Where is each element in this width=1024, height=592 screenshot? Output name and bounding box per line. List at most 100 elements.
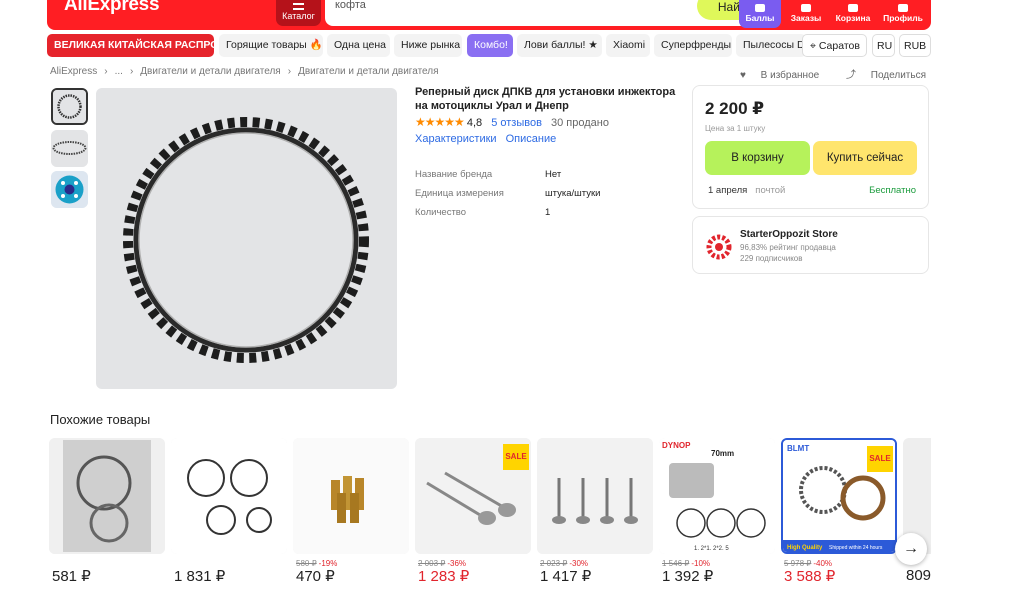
nav-vacuums[interactable]: Пылесосы Dr	[736, 34, 806, 57]
spec-key: Единица измерения	[415, 188, 504, 199]
spec-key: Название бренда	[415, 169, 493, 180]
ring-side-thumb-image	[51, 130, 88, 167]
store-logo-icon	[706, 234, 732, 260]
card-price: 3 588 ₽	[784, 568, 836, 585]
card-price: 470 ₽	[296, 568, 335, 585]
product-card-image: BLMT High Quality Shipped within 24 hours …	[781, 438, 897, 554]
product-card[interactable]: 580 ₽ -19% 470 ₽	[293, 438, 409, 585]
user-icon	[898, 4, 908, 12]
language-selector[interactable]: RU	[872, 34, 895, 57]
breadcrumb-item[interactable]: Двигатели и детали двигателя	[140, 66, 280, 77]
breadcrumb: AliExpress ›... › Двигатели и детали двигат…	[50, 66, 439, 77]
chevron-right-icon: ›	[129, 66, 134, 77]
nav-sale[interactable]: ВЕЛИКАЯ КИТАЙСКАЯ РАСПРОДАЖА	[47, 34, 214, 57]
nav-xiaomi[interactable]: Xiaomi	[606, 34, 650, 57]
product-card[interactable]: 581 ₽	[49, 438, 165, 585]
product-card-image	[537, 438, 653, 554]
nav-combo[interactable]: Комбо!	[467, 34, 513, 57]
card6-brand: DYNOP	[662, 441, 691, 450]
location-selector[interactable]: ⌖ Саратов	[802, 34, 867, 57]
nav-below-market[interactable]: Ниже рынка	[394, 34, 462, 57]
fav-share-bar: ♥ В избранное ⤴ Поделиться	[716, 66, 926, 81]
aliexpress-logo[interactable]: AliExpress	[64, 0, 160, 16]
orders-button[interactable]: Заказы	[784, 0, 828, 28]
share-button[interactable]: ⤴ Поделиться	[834, 70, 926, 81]
product-card[interactable]: SALE 2 003 ₽ -36% 1 283 ₽	[415, 438, 531, 585]
buy-now-button[interactable]: Купить сейчас	[813, 141, 917, 175]
delivery-method: почтой	[755, 185, 786, 196]
specs-list: Название бренда Нет Единица измерения шт…	[415, 169, 625, 226]
add-to-cart-button[interactable]: В корзину	[705, 141, 810, 175]
ring-thumb-image	[53, 90, 86, 123]
specs-link[interactable]: Характеристики	[415, 133, 497, 145]
store-subscribers: 229 подписчиков	[740, 254, 803, 263]
rating-row: ★★★★★ 4,8 5 отзывов 30 продано	[415, 115, 609, 129]
coin-icon	[755, 4, 765, 12]
thumbnail[interactable]	[51, 130, 88, 167]
thumbnail[interactable]	[51, 88, 88, 125]
spec-value: штука/штуки	[545, 188, 601, 199]
balls-button[interactable]: Баллы	[739, 0, 781, 28]
currency-selector[interactable]: RUB	[899, 34, 931, 57]
product-title: Реперный диск ДПКВ для установки инжекто…	[415, 86, 676, 112]
piston-kit-photo: DYNOP 70mm 1. 2*1. 2*2. 5	[659, 438, 775, 554]
delivery-info[interactable]: 1 апреля почтой	[708, 185, 785, 196]
store-card[interactable]: StarterOppozit Store 96,83% рейтинг прод…	[692, 216, 929, 274]
product-card-image: SALE	[415, 438, 531, 554]
search-box: Найти	[325, 0, 777, 26]
store-name[interactable]: StarterOppozit Store	[740, 229, 838, 240]
nav-one-price[interactable]: Одна цена	[327, 34, 390, 57]
nav-points[interactable]: Лови баллы! ★	[517, 34, 602, 57]
product-card[interactable]: 2 023 ₽ -30% 1 417 ₽	[537, 438, 653, 585]
delivery-date: 1 апреля	[708, 185, 748, 196]
product-card-image	[293, 438, 409, 554]
search-input[interactable]	[335, 0, 635, 11]
card7-brand: BLMT	[787, 444, 809, 453]
valve-caps-photo	[293, 438, 409, 554]
product-card[interactable]: 1 831 ₽	[171, 438, 287, 585]
catalog-button[interactable]: Каталог	[276, 0, 321, 26]
reviews-link[interactable]: 5 отзывов	[491, 117, 542, 129]
chevron-right-icon: ›	[287, 66, 292, 77]
top-header: AliExpress Каталог Найти Баллы Заказы Ко…	[47, 0, 931, 30]
card7-quality: High Quality	[787, 545, 823, 551]
box-icon	[801, 4, 811, 12]
spec-value: 1	[545, 207, 551, 218]
breadcrumb-item[interactable]: ...	[115, 66, 123, 77]
store-meta: 96,83% рейтинг продавца 229 подписчиков	[740, 242, 836, 264]
breadcrumb-item[interactable]: AliExpress	[50, 66, 97, 77]
product-card[interactable]: BLMT High Quality Shipped within 24 hours …	[781, 438, 897, 585]
share-label: Поделиться	[870, 70, 926, 81]
nav-hot[interactable]: Горящие товары 🔥	[219, 34, 323, 57]
profile-button[interactable]: Профиль	[879, 0, 927, 28]
arrow-right-icon[interactable]: →	[895, 533, 927, 565]
breadcrumb-item[interactable]: Двигатели и детали двигателя	[298, 66, 438, 77]
cart-button[interactable]: Корзина	[830, 0, 876, 28]
card7-shipping: Shipped within 24 hours	[829, 545, 883, 551]
disc-model-thumb-image	[51, 171, 88, 208]
product-card[interactable]: DYNOP 70mm 1. 2*1. 2*2. 5 1 546 ₽ -10% 1 39…	[659, 438, 775, 585]
product-anchors: Характеристики Описание	[415, 133, 562, 145]
location-label: Саратов	[818, 40, 860, 52]
product-price: 2 200 ₽	[705, 99, 765, 118]
spec-row: Количество 1	[415, 207, 625, 226]
chevron-right-icon: ›	[104, 66, 108, 77]
orders-label: Заказы	[790, 13, 822, 23]
heart-icon: ♥	[739, 70, 749, 81]
profile-label: Профиль	[883, 13, 923, 23]
product-card-image: DYNOP 70mm 1. 2*1. 2*2. 5	[659, 438, 775, 554]
sold-count: 30 продано	[551, 117, 609, 129]
nav-superfriends[interactable]: Суперфренды	[654, 34, 732, 57]
share-icon: ⤴	[845, 70, 859, 81]
card6-caption: 1. 2*1. 2*2. 5	[694, 546, 729, 552]
thumbnail[interactable]	[51, 171, 88, 208]
product-card-image	[171, 438, 287, 554]
card-price: 581 ₽	[52, 568, 91, 585]
favorite-button[interactable]: ♥ В избранное	[728, 70, 819, 81]
favorite-label: В избранное	[760, 70, 820, 81]
description-link[interactable]: Описание	[506, 133, 557, 145]
card-price: 1 283 ₽	[418, 568, 470, 585]
spec-row: Название бренда Нет	[415, 169, 625, 188]
cart-icon	[848, 4, 858, 12]
main-product-image[interactable]	[96, 88, 397, 389]
